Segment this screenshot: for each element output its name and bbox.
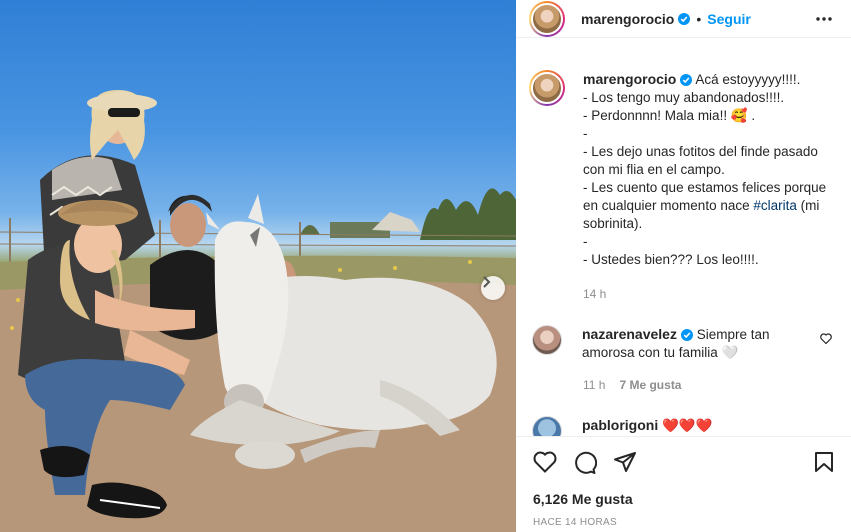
- caption-line: marengorocio Acá estoyyyyy!!!!.: [583, 70, 838, 89]
- caption-line: - Les dejo unas fotitos del finde pasado…: [583, 144, 818, 177]
- photo-scene: [0, 90, 516, 532]
- caption-line: - Ustedes bien??? Los leo!!!!.: [583, 252, 759, 267]
- comment: nazarenavelez Siempre tan amorosa con tu…: [532, 325, 842, 362]
- caption-line: - Perdonnnn! Mala mia!! 🥰 .: [583, 108, 756, 123]
- header-separator: •: [696, 10, 702, 27]
- likes-count[interactable]: 6,126 Me gusta: [533, 491, 633, 507]
- comment-likes[interactable]: 7 Me gusta: [619, 378, 681, 392]
- carousel-next-button[interactable]: [481, 276, 505, 300]
- comment-text: ❤️❤️❤️: [661, 418, 713, 433]
- post-time-ago[interactable]: HACE 14 HORAS: [533, 517, 617, 528]
- caption-line: -: [583, 234, 588, 249]
- caption-line: -: [583, 126, 588, 141]
- save-icon[interactable]: [814, 451, 834, 473]
- caption-body: marengorocio Acá estoyyyyy!!!!. - Los te…: [583, 70, 838, 269]
- comment-body: nazarenavelez Siempre tan amorosa con tu…: [582, 325, 812, 362]
- share-icon[interactable]: [613, 451, 637, 473]
- avatar[interactable]: [529, 0, 565, 37]
- caption-avatar[interactable]: [529, 70, 565, 106]
- comment-avatar[interactable]: [532, 325, 562, 355]
- action-bar: 6,126 Me gusta HACE 14 HORAS: [516, 436, 851, 532]
- like-icon[interactable]: [533, 451, 557, 473]
- comment-username[interactable]: pablorigoni: [582, 417, 658, 433]
- verified-icon: [678, 12, 691, 25]
- caption-text: Acá estoyyyyy!!!!.: [695, 72, 801, 87]
- caption: marengorocio Acá estoyyyyy!!!!. - Los te…: [529, 70, 839, 269]
- verified-icon: [680, 74, 693, 86]
- comment-time[interactable]: 11 h: [583, 378, 605, 392]
- comment-icon[interactable]: [573, 451, 597, 475]
- verified-icon: [680, 329, 693, 341]
- chevron-right-icon: [483, 276, 491, 288]
- hashtag-link[interactable]: #clarita: [753, 198, 797, 213]
- post-photo[interactable]: [0, 0, 516, 532]
- header-username[interactable]: marengorocio: [581, 11, 674, 27]
- more-options-icon[interactable]: [815, 12, 833, 26]
- comment-meta: 11 h 7 Me gusta: [583, 378, 681, 392]
- comment-username[interactable]: nazarenavelez: [582, 326, 677, 342]
- comment-like-icon[interactable]: [820, 333, 832, 344]
- caption-line: - Les cuento que estamos felices porque …: [583, 179, 838, 233]
- caption-timestamp[interactable]: 14 h: [583, 287, 606, 301]
- caption-line: - Los tengo muy abandonados!!!!.: [583, 90, 785, 105]
- caption-username[interactable]: marengorocio: [583, 71, 676, 87]
- follow-button[interactable]: Seguir: [707, 11, 751, 27]
- post-panel: marengorocio • Seguir marengorocio Acá e…: [516, 0, 851, 532]
- post-header: marengorocio • Seguir: [516, 0, 851, 38]
